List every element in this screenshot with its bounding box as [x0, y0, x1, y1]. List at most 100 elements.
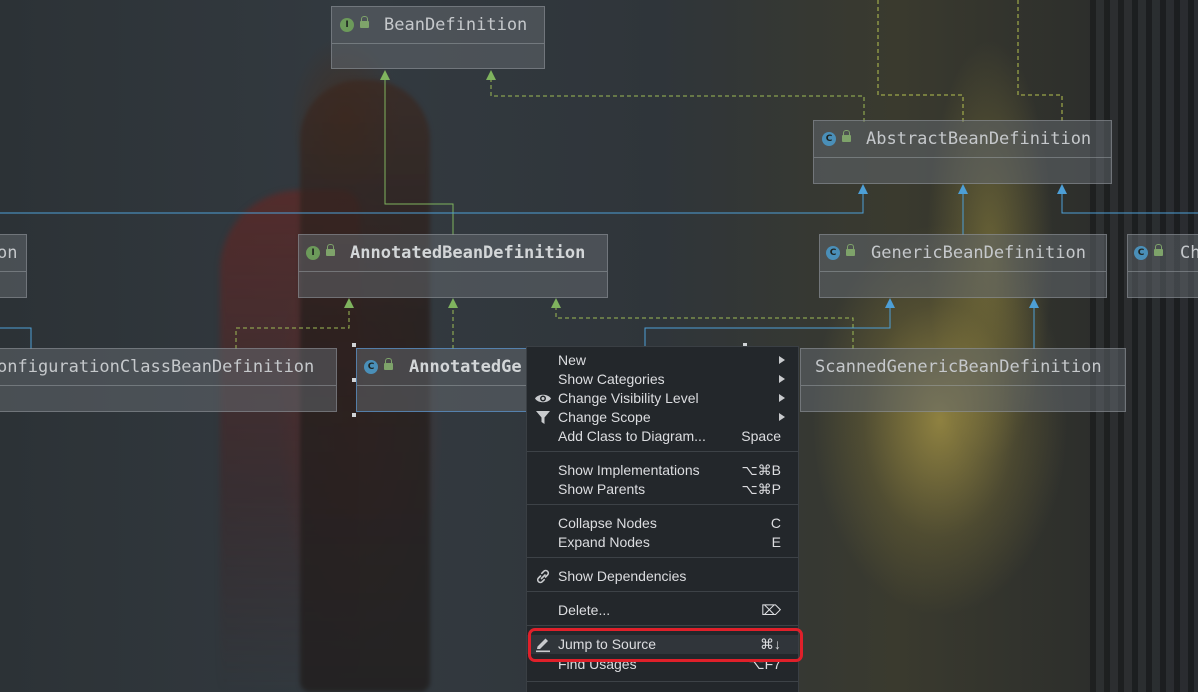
node-header: C GenericBeanDefinition — [820, 235, 1106, 272]
node-title: onfigurationClassBeanDefinition — [0, 357, 315, 377]
node-abstract-bean-definition[interactable]: C AbstractBeanDefinition — [813, 120, 1112, 184]
menu-separator — [527, 625, 798, 626]
node-bean-definition[interactable]: I BeanDefinition — [331, 6, 545, 69]
node-header: C Ch — [1128, 235, 1198, 272]
menu-item-collapse-nodes[interactable]: Collapse Nodes C — [527, 514, 798, 533]
submenu-arrow-icon — [779, 375, 785, 383]
node-title: Ch — [1180, 243, 1198, 263]
node-configuration-class-bean-definition[interactable]: onfigurationClassBeanDefinition — [0, 348, 337, 412]
arrowhead — [380, 70, 390, 80]
menu-item-label: Show Implementations — [558, 462, 700, 478]
selection-handle[interactable] — [352, 343, 356, 347]
selection-handle[interactable] — [352, 378, 356, 382]
node-header: C AbstractBeanDefinition — [814, 121, 1111, 158]
node-header: onfigurationClassBeanDefinition — [0, 349, 336, 386]
menu-item-shortcut: Space — [741, 428, 781, 444]
menu-item-delete[interactable]: Delete... ⌦ — [527, 601, 798, 620]
node-title: AnnotatedGe — [409, 357, 522, 377]
node-header: I AnnotatedBeanDefinition — [299, 235, 607, 272]
implements-line — [877, 0, 964, 122]
lock-icon — [384, 358, 393, 370]
implements-line — [490, 76, 865, 122]
menu-item-label: Change Visibility Level — [558, 390, 699, 406]
menu-item-label: Change Scope — [558, 409, 651, 425]
menu-item-label: Collapse Nodes — [558, 515, 657, 531]
class-icon: C — [826, 246, 840, 260]
lock-icon — [1154, 244, 1163, 256]
menu-item-show-parents[interactable]: Show Parents ⌥⌘P — [527, 480, 798, 499]
extends-line — [0, 190, 864, 214]
annotation-highlight-box — [528, 628, 803, 662]
node-header: C AnnotatedGe — [357, 349, 530, 386]
menu-item-label: Show Parents — [558, 481, 646, 497]
menu-item-shortcut: C — [770, 515, 781, 531]
selection-handle[interactable] — [352, 413, 356, 417]
node-title: ScannedGenericBeanDefinition — [815, 357, 1102, 377]
menu-item-change-scope[interactable]: Change Scope — [527, 408, 798, 427]
menu-item-shortcut: E — [771, 534, 781, 550]
interface-icon: I — [306, 246, 320, 260]
node-annotated-generic-selected[interactable]: C AnnotatedGe — [356, 348, 531, 412]
link-icon — [536, 569, 550, 584]
menu-separator — [527, 681, 798, 682]
menu-item-show-implementations[interactable]: Show Implementations ⌥⌘B — [527, 461, 798, 480]
menu-item-add-class-to-diagram[interactable]: Add Class to Diagram... Space — [527, 427, 798, 446]
menu-item-shortcut: ⌥⌘B — [741, 462, 781, 478]
arrowhead — [958, 184, 968, 194]
menu-item-change-visibility-level[interactable]: Change Visibility Level — [527, 389, 798, 408]
menu-item-shortcut: ⌦ — [761, 602, 781, 618]
class-icon: C — [822, 132, 836, 146]
submenu-arrow-icon — [779, 394, 785, 402]
arrowhead — [1057, 184, 1067, 194]
arrowhead — [858, 184, 868, 194]
class-icon: C — [364, 360, 378, 374]
lock-icon — [360, 16, 369, 28]
menu-item-shortcut: ⌥⌘P — [741, 481, 781, 497]
interface-icon: I — [340, 18, 354, 32]
extends-line — [0, 327, 32, 349]
arrowhead — [344, 298, 354, 308]
implements-line — [555, 304, 854, 349]
menu-item-label: New — [558, 352, 587, 368]
lock-icon — [842, 130, 851, 142]
menu-item-label: Show Categories — [558, 371, 665, 387]
menu-separator — [527, 591, 798, 592]
node-generic-bean-definition[interactable]: C GenericBeanDefinition — [819, 234, 1107, 298]
implements-line — [1017, 0, 1063, 122]
menu-item-label: Expand Nodes — [558, 534, 650, 550]
arrowhead — [1029, 298, 1039, 308]
node-title: AbstractBeanDefinition — [866, 129, 1092, 149]
implements-line — [235, 304, 350, 349]
eye-icon — [535, 394, 551, 403]
node-title: GenericBeanDefinition — [871, 243, 1086, 263]
menu-item-new[interactable]: New — [527, 351, 798, 370]
arrowhead — [486, 70, 496, 80]
menu-item-show-categories[interactable]: Show Categories — [527, 370, 798, 389]
node-header: I BeanDefinition — [332, 7, 544, 44]
menu-item-show-dependencies[interactable]: Show Dependencies — [527, 567, 798, 586]
submenu-arrow-icon — [779, 413, 785, 421]
node-scanned-generic-bean-definition[interactable]: ScannedGenericBeanDefinition — [800, 348, 1126, 412]
class-icon: C — [1134, 246, 1148, 260]
node-right-partial[interactable]: C Ch — [1127, 234, 1198, 298]
filter-icon — [536, 411, 550, 424]
menu-item-label: Add Class to Diagram... — [558, 428, 706, 444]
node-annotated-bean-definition[interactable]: I AnnotatedBeanDefinition — [298, 234, 608, 298]
menu-item-label: Show Dependencies — [558, 568, 687, 584]
menu-item-label: Delete... — [558, 602, 611, 618]
node-left-partial[interactable]: on — [0, 234, 27, 298]
menu-separator — [527, 557, 798, 558]
node-header: on — [0, 235, 26, 272]
menu-separator — [527, 451, 798, 452]
node-title: BeanDefinition — [384, 15, 528, 35]
menu-separator — [527, 504, 798, 505]
extends-line — [384, 76, 454, 235]
menu-item-expand-nodes[interactable]: Expand Nodes E — [527, 533, 798, 552]
node-title: AnnotatedBeanDefinition — [350, 243, 586, 263]
submenu-arrow-icon — [779, 356, 785, 364]
arrowhead — [551, 298, 561, 308]
node-header: ScannedGenericBeanDefinition — [801, 349, 1125, 386]
lock-icon — [326, 244, 335, 256]
node-title: on — [0, 243, 18, 263]
lock-icon — [846, 244, 855, 256]
